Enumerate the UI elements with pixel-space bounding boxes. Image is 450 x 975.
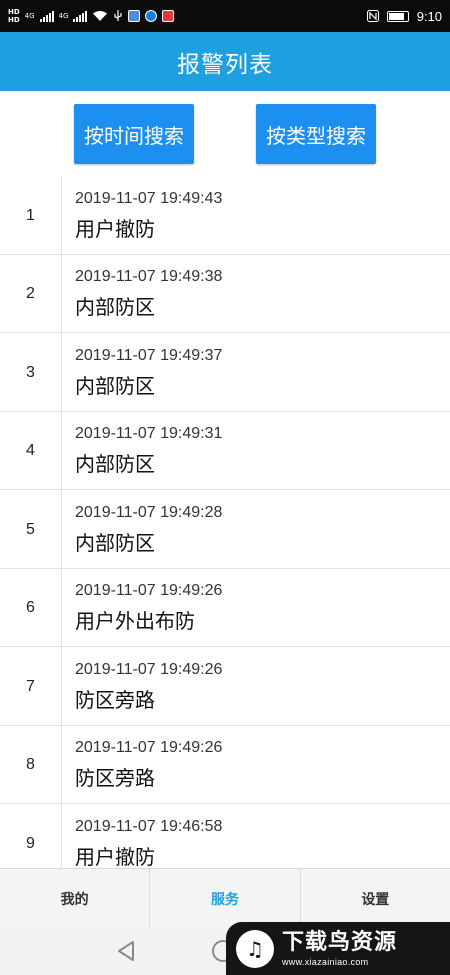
alarm-row[interactable]: 9 2019-11-07 19:46:58 用户撤防 — [0, 804, 450, 868]
alarm-content: 2019-11-07 19:49:28 内部防区 — [62, 490, 222, 568]
watermark: ♫ 下载鸟资源 www.xiazainiao.com — [226, 922, 450, 975]
alarm-time: 2019-11-07 19:49:37 — [75, 346, 223, 364]
alarm-content: 2019-11-07 19:49:26 用户外出布防 — [62, 569, 222, 647]
alarm-type: 用户外出布防 — [75, 609, 195, 634]
alarm-time: 2019-11-07 19:49:28 — [75, 503, 223, 521]
alarm-row[interactable]: 8 2019-11-07 19:49:26 防区旁路 — [0, 725, 450, 804]
alarm-time: 2019-11-07 19:49:26 — [75, 582, 223, 600]
alarm-content: 2019-11-07 19:49:43 用户撤防 — [62, 176, 222, 254]
alarm-content: 2019-11-07 19:49:37 内部防区 — [62, 333, 222, 411]
network-type-2: 4G — [58, 12, 69, 20]
watermark-text: 下载鸟资源 www.xiazainiao.com — [282, 930, 397, 968]
alarm-type: 内部防区 — [75, 452, 155, 477]
battery-icon — [386, 10, 409, 22]
alarm-row[interactable]: 2 2019-11-07 19:49:38 内部防区 — [0, 254, 450, 333]
nfc-icon — [366, 10, 379, 22]
alarm-index: 3 — [0, 333, 62, 411]
bottom-tab-bar: 我的 服务 设置 — [0, 868, 450, 928]
watermark-name: 下载鸟资源 — [282, 929, 398, 955]
status-time: 9:10 — [416, 8, 442, 24]
alarm-time: 2019-11-07 19:49:38 — [75, 268, 223, 286]
alarm-type: 内部防区 — [75, 373, 155, 398]
usb-icon — [114, 10, 123, 21]
status-bar-right: 9:10 — [366, 8, 442, 24]
alarm-index: 5 — [0, 490, 62, 568]
page-title: 报警列表 — [177, 51, 273, 78]
search-by-type-button[interactable]: 按类型搜索 — [256, 104, 376, 164]
app-notification-icon — [128, 10, 141, 22]
tab-settings[interactable]: 设置 — [299, 869, 450, 928]
hd-indicator: HD HD — [8, 8, 20, 24]
signal-icon — [73, 10, 88, 22]
search-by-time-button[interactable]: 按时间搜索 — [74, 104, 194, 164]
alarm-type: 内部防区 — [75, 295, 155, 320]
alarm-row[interactable]: 6 2019-11-07 19:49:26 用户外出布防 — [0, 568, 450, 647]
watermark-url: www.xiazainiao.com — [282, 956, 369, 967]
alarm-time: 2019-11-07 19:49:31 — [75, 425, 223, 443]
alarm-type: 用户撤防 — [75, 844, 155, 868]
alarm-row[interactable]: 4 2019-11-07 19:49:31 内部防区 — [0, 411, 450, 490]
alarm-row[interactable]: 3 2019-11-07 19:49:37 内部防区 — [0, 333, 450, 412]
signal-icon — [39, 10, 54, 22]
alarm-row[interactable]: 1 2019-11-07 19:49:43 用户撤防 — [0, 176, 450, 255]
status-bar: HD HD 4G 4G 9:10 — [0, 0, 450, 32]
tab-mine[interactable]: 我的 — [0, 869, 149, 928]
alarm-row[interactable]: 5 2019-11-07 19:49:28 内部防区 — [0, 490, 450, 569]
alarm-index: 2 — [0, 254, 62, 332]
alarm-type: 防区旁路 — [75, 687, 155, 712]
alarm-type: 用户撤防 — [75, 216, 155, 241]
message-notification-icon — [162, 10, 175, 22]
alarm-index: 7 — [0, 647, 62, 725]
alarm-index: 8 — [0, 725, 62, 803]
browser-notification-icon — [145, 10, 158, 22]
alarm-content: 2019-11-07 19:49:38 内部防区 — [62, 255, 222, 333]
alarm-content: 2019-11-07 19:49:26 防区旁路 — [62, 647, 222, 725]
title-bar: 报警列表 — [0, 32, 450, 91]
alarm-index: 6 — [0, 568, 62, 646]
search-toolbar: 按时间搜索 按类型搜索 — [0, 91, 450, 176]
alarm-index: 4 — [0, 411, 62, 489]
alarm-row[interactable]: 7 2019-11-07 19:49:26 防区旁路 — [0, 647, 450, 726]
alarm-index: 9 — [0, 804, 62, 868]
alarm-content: 2019-11-07 19:46:58 用户撤防 — [62, 804, 222, 868]
alarm-content: 2019-11-07 19:49:26 防区旁路 — [62, 726, 222, 804]
wifi-icon — [93, 11, 108, 21]
alarm-type: 防区旁路 — [75, 766, 155, 791]
alarm-content: 2019-11-07 19:49:31 内部防区 — [62, 412, 222, 490]
alarm-time: 2019-11-07 19:49:43 — [75, 189, 223, 207]
alarm-time: 2019-11-07 19:49:26 — [75, 739, 223, 757]
tab-service[interactable]: 服务 — [149, 869, 299, 928]
status-bar-left: HD HD 4G 4G — [8, 8, 175, 24]
network-type-1: 4G — [24, 12, 35, 20]
alarm-index: 1 — [0, 176, 62, 254]
watermark-logo-icon: ♫ — [236, 929, 274, 968]
alarm-type: 内部防区 — [75, 530, 155, 555]
alarm-list[interactable]: 1 2019-11-07 19:49:43 用户撤防 2 2019-11-07 … — [0, 176, 450, 868]
alarm-time: 2019-11-07 19:49:26 — [75, 660, 223, 678]
back-icon[interactable] — [116, 940, 136, 962]
alarm-time: 2019-11-07 19:46:58 — [75, 817, 223, 835]
